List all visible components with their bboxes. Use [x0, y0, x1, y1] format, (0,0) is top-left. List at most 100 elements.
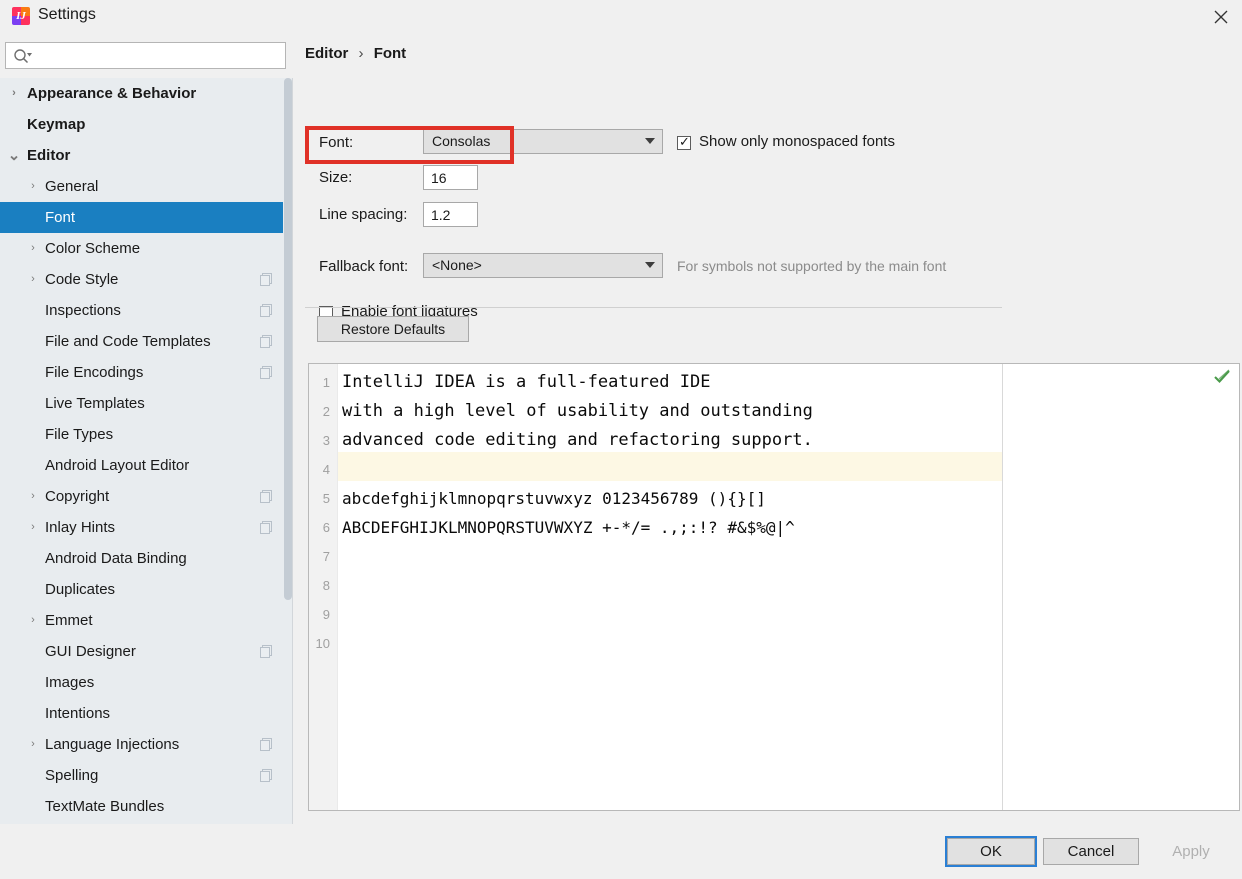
sidebar-item-gui-designer[interactable]: GUI Designer [0, 636, 293, 667]
sidebar-item-inlay-hints[interactable]: › Inlay Hints [0, 512, 293, 543]
intellij-idea-icon: IJ [12, 7, 30, 25]
sidebar-item-language-injections[interactable]: › Language Injections [0, 729, 293, 760]
chevron-right-icon[interactable]: › [7, 78, 21, 109]
config-scope-icon [260, 521, 273, 534]
apply-button-label: Apply [1148, 839, 1234, 864]
config-scope-icon [260, 738, 273, 751]
fallback-font-select[interactable]: <None> [423, 253, 663, 278]
chevron-right-icon[interactable]: › [26, 233, 40, 264]
font-family-value: Consolas [432, 133, 490, 149]
sidebar-item-copyright[interactable]: › Copyright [0, 481, 293, 512]
sidebar-item-label: File and Code Templates [45, 333, 211, 350]
sidebar-item-label: Duplicates [45, 581, 115, 598]
sidebar-item-duplicates[interactable]: Duplicates [0, 574, 293, 605]
sidebar-item-label: GUI Designer [45, 643, 136, 660]
sidebar-item-label: Android Layout Editor [45, 457, 189, 474]
sidebar-item-label: TextMate Bundles [45, 798, 164, 815]
sidebar-item-label: Color Scheme [45, 240, 140, 257]
sidebar-item-font[interactable]: Font [0, 202, 293, 233]
sidebar-item-spelling[interactable]: Spelling [0, 760, 293, 791]
sidebar-item-appearance-behavior[interactable]: › Appearance & Behavior [0, 78, 293, 109]
sidebar-item-android-data-binding[interactable]: Android Data Binding [0, 543, 293, 574]
fallback-font-label: Fallback font: [319, 258, 408, 275]
chevron-right-icon[interactable]: › [26, 729, 40, 760]
sidebar-item-inspections[interactable]: Inspections [0, 295, 293, 326]
cancel-button[interactable]: Cancel [1043, 838, 1139, 865]
sidebar-item-label: Intentions [45, 705, 110, 722]
title-bar: IJ Settings [0, 0, 1242, 32]
close-icon[interactable] [1206, 4, 1236, 30]
sidebar-item-images[interactable]: Images [0, 667, 293, 698]
ok-button-label: OK [948, 839, 1034, 864]
chevron-down-icon[interactable]: ⌄ [7, 140, 21, 171]
line-number: 3 [309, 426, 330, 455]
chevron-right-icon[interactable]: › [26, 481, 40, 512]
preview-line-text: abcdefghijklmnopqrstuvwxyz 0123456789 ()… [342, 484, 766, 513]
sidebar-item-label: File Encodings [45, 364, 143, 381]
sidebar-item-label: Copyright [45, 488, 109, 505]
breadcrumb-separator-icon: › [353, 45, 370, 62]
size-input[interactable] [423, 165, 478, 190]
sidebar-item-live-templates[interactable]: Live Templates [0, 388, 293, 419]
sidebar-item-code-style[interactable]: ›Code Style [0, 264, 293, 295]
sidebar-item-label: Inlay Hints [45, 519, 115, 536]
apply-button: Apply [1147, 838, 1235, 865]
sidebar-item-label: Android Data Binding [45, 550, 187, 567]
search-icon [13, 48, 33, 69]
sidebar-item-android-layout-editor[interactable]: Android Layout Editor [0, 450, 293, 481]
sidebar-item-label: Live Templates [45, 395, 145, 412]
line-number: 1 [309, 368, 330, 397]
cancel-button-label: Cancel [1044, 839, 1138, 864]
dialog-footer: OK Cancel Apply [0, 824, 1242, 879]
sidebar-list: › Appearance & Behavior Keymap ⌄ Editor › Gene… [0, 78, 293, 822]
sidebar-item-textmate-bundles[interactable]: TextMate Bundles [0, 791, 293, 822]
sidebar-item-label: Keymap [27, 116, 85, 133]
preview-line-text: with a high level of usability and outst… [342, 397, 813, 426]
line-number: 7 [309, 542, 330, 571]
sidebar-item-label: Appearance & Behavior [27, 85, 196, 102]
chevron-right-icon[interactable]: › [26, 605, 40, 636]
section-divider [305, 307, 1002, 308]
sidebar-item-keymap[interactable]: Keymap [0, 109, 293, 140]
sidebar-item-general[interactable]: › General [0, 171, 293, 202]
font-family-select[interactable]: Consolas [423, 129, 663, 154]
green-checkmark-icon [1213, 368, 1231, 386]
sidebar-scrollbar-thumb[interactable] [284, 78, 292, 600]
chevron-right-icon[interactable]: › [26, 171, 40, 202]
sidebar-item-label: Language Injections [45, 736, 179, 753]
config-scope-icon [260, 366, 273, 379]
font-preview-editor[interactable]: 1IntelliJ IDEA is a full-featured IDE2wi… [308, 363, 1240, 811]
line-spacing-input[interactable] [423, 202, 478, 227]
line-spacing-label: Line spacing: [319, 206, 407, 223]
sidebar-item-editor[interactable]: ⌄ Editor [0, 140, 293, 171]
font-label: Font: [319, 134, 353, 151]
settings-search-box[interactable] [5, 42, 286, 69]
restore-defaults-button[interactable]: Restore Defaults [317, 316, 469, 342]
chevron-right-icon[interactable]: › [26, 264, 40, 295]
line-number: 2 [309, 397, 330, 426]
config-scope-icon [260, 769, 273, 782]
sidebar-item-label: Editor [27, 147, 70, 164]
line-number: 6 [309, 513, 330, 542]
line-number: 10 [309, 629, 330, 658]
chevron-down-icon [645, 262, 654, 268]
sidebar-item-color-scheme[interactable]: › Color Scheme [0, 233, 293, 264]
breadcrumb-root[interactable]: Editor [305, 45, 348, 62]
sidebar-item-file-types[interactable]: File Types [0, 419, 293, 450]
sidebar-item-file-encodings[interactable]: File Encodings [0, 357, 293, 388]
sidebar-item-intentions[interactable]: Intentions [0, 698, 293, 729]
ok-button[interactable]: OK [947, 838, 1035, 865]
caret-row-highlight [309, 452, 1002, 481]
preview-line-text: ABCDEFGHIJKLMNOPQRSTUVWXYZ +-*/= .,;:!? … [342, 513, 795, 542]
sidebar-item-label: File Types [45, 426, 113, 443]
search-input[interactable] [36, 45, 281, 66]
sidebar-item-label: General [45, 178, 98, 195]
sidebar-item-label: Font [45, 209, 75, 226]
sidebar-item-label: Spelling [45, 767, 98, 784]
chevron-right-icon[interactable]: › [26, 512, 40, 543]
size-label: Size: [319, 169, 352, 186]
breadcrumb-current: Font [374, 45, 406, 62]
sidebar-item-emmet[interactable]: ›Emmet [0, 605, 293, 636]
settings-sidebar[interactable]: › Appearance & Behavior Keymap ⌄ Editor › Gene… [0, 78, 293, 824]
sidebar-item-file-and-code-templates[interactable]: File and Code Templates [0, 326, 293, 357]
